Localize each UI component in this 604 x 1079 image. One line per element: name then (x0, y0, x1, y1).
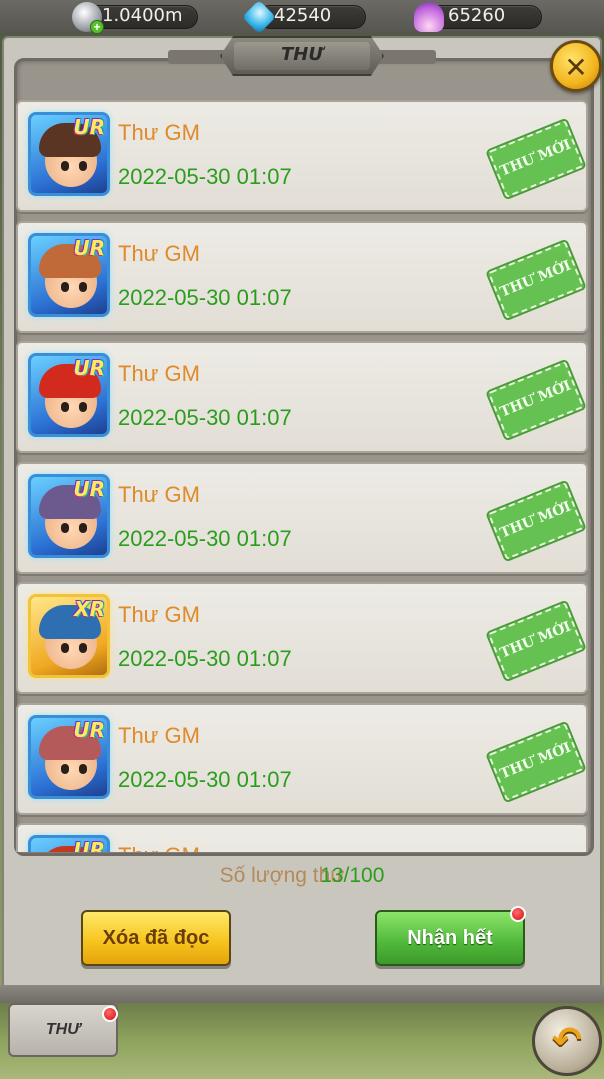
avatar-eye (79, 402, 87, 412)
new-mail-stamp-label: THƯ MỚI (497, 257, 574, 301)
rarity-badge: XR (74, 597, 105, 621)
mail-item[interactable]: UR Thư GM 2022-05-30 01:07 THƯ MỚI (16, 341, 588, 453)
avatar-eye (61, 643, 69, 653)
bottom-divider (0, 985, 604, 1003)
avatar-eye (79, 763, 87, 774)
avatar-eye (61, 281, 69, 292)
silver-value: 1.0400m (102, 5, 183, 26)
mail-date: 2022-05-30 01:07 (118, 284, 292, 310)
delete-read-button[interactable]: Xóa đã đọc (81, 910, 231, 966)
tab-mail-notification-dot (102, 1006, 118, 1022)
avatar-eye (61, 763, 69, 774)
new-mail-stamp-label: THƯ MỚI (497, 618, 574, 662)
mail-list[interactable]: UR Thư GM 2022-05-30 01:07 THƯ MỚI UR Thư GM 2… (16, 100, 588, 852)
mail-item[interactable]: UR Thư GM 2022-05-30 01:07 THƯ MỚI (16, 100, 588, 212)
claim-all-button[interactable]: Nhận hết (375, 910, 525, 966)
mail-item[interactable]: XR Thư GM 2022-05-30 01:07 THƯ MỚI (16, 582, 588, 694)
title-wing-left (168, 50, 228, 64)
rarity-badge: UR (73, 115, 105, 139)
mail-date: 2022-05-30 01:07 (118, 405, 292, 430)
new-mail-stamp-label: THƯ MỚI (497, 739, 574, 783)
rarity-badge: UR (73, 476, 105, 501)
claim-all-notification-dot (510, 906, 526, 922)
avatar-eye (79, 522, 87, 533)
mail-date: 2022-05-30 01:07 (118, 646, 292, 671)
mail-sender: Thư GM (118, 240, 200, 266)
hero-avatar: UR (28, 232, 110, 317)
window-title: THƯ (281, 44, 323, 65)
mail-item[interactable]: UR Thư GM 2022-05-30 01:07 THƯ MỚI (16, 461, 588, 574)
silver-coin-icon: + (72, 2, 104, 34)
title-wing-right (376, 50, 436, 64)
avatar-eye (61, 161, 69, 171)
mail-sender: Thư GM (118, 843, 200, 852)
mail-sender: Thư GM (118, 481, 200, 507)
back-arrow-icon: ↶ (551, 1019, 583, 1060)
rarity-badge: UR (73, 356, 105, 380)
avatar-eye (79, 161, 87, 171)
shell-icon (414, 2, 444, 32)
mail-date: 2022-05-30 01:07 (118, 164, 292, 189)
rarity-badge: UR (73, 235, 105, 260)
mail-item[interactable]: UR Thư GM 2022-05-30 01:07 THƯ MỚI (16, 702, 588, 815)
gem-value: 42540 (274, 5, 332, 26)
hero-avatar: UR (28, 473, 110, 558)
avatar-eye (79, 281, 87, 292)
mail-count-value: 13/100 (320, 864, 385, 887)
mail-sender: Thư GM (118, 602, 200, 627)
hero-avatar: XR (28, 594, 110, 678)
new-mail-stamp-label: THƯ MỚI (497, 136, 574, 180)
new-mail-stamp: THƯ MỚI (485, 719, 587, 804)
avatar-eye (61, 522, 69, 533)
mail-count: Số lượng thư 13/100 (0, 864, 604, 888)
mail-date: 2022-05-30 01:07 (118, 766, 292, 792)
hero-avatar: UR (28, 353, 110, 437)
avatar-eye (61, 402, 69, 412)
mail-sender: Thư GM (118, 361, 200, 386)
mail-item[interactable]: UR Thư GM (16, 823, 588, 852)
back-button[interactable]: ↶ (532, 1006, 602, 1076)
rarity-badge: UR (73, 838, 105, 852)
shell-value: 65260 (448, 5, 506, 26)
new-mail-stamp: THƯ MỚI (485, 237, 587, 322)
new-mail-stamp-label: THƯ MỚI (497, 377, 574, 421)
hero-avatar: UR (28, 714, 110, 799)
new-mail-stamp: THƯ MỚI (485, 116, 587, 202)
avatar-eye (79, 643, 87, 653)
mail-sender: Thư GM (118, 722, 200, 748)
hero-avatar: UR (28, 112, 110, 196)
new-mail-stamp: THƯ MỚI (485, 478, 587, 563)
new-mail-stamp-label: THƯ MỚI (497, 498, 574, 542)
hero-avatar: UR (28, 835, 110, 852)
mail-item[interactable]: UR Thư GM 2022-05-30 01:07 THƯ MỚI (16, 220, 588, 333)
resource-bar: + 1.0400m 42540 65260 (0, 0, 604, 34)
new-mail-stamp: THƯ MỚI (485, 357, 587, 443)
close-icon: ✕ (564, 52, 588, 83)
close-button[interactable]: ✕ (550, 40, 602, 92)
new-mail-stamp: THƯ MỚI (485, 598, 587, 684)
mail-date: 2022-05-30 01:07 (118, 525, 292, 551)
mail-sender: Thư GM (118, 120, 200, 145)
rarity-badge: UR (73, 717, 105, 742)
tab-mail-label: THƯ (45, 1021, 81, 1038)
